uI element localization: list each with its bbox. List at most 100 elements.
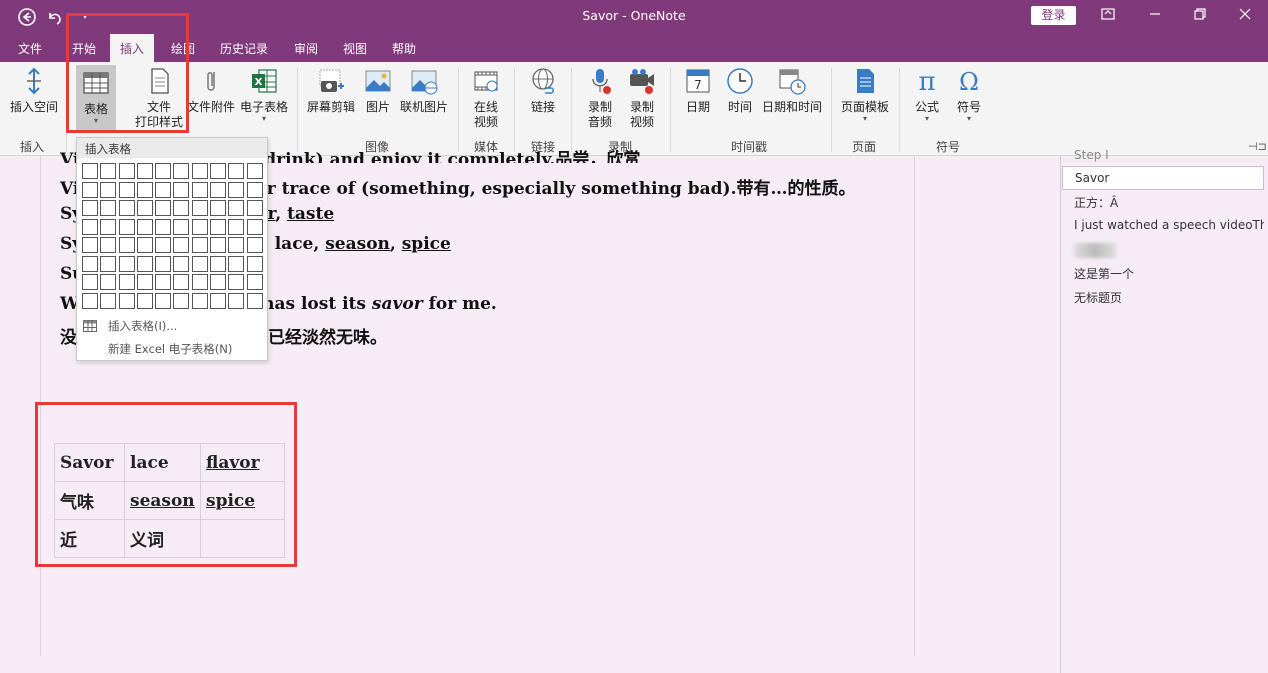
table-grid-cell[interactable] [100, 274, 117, 290]
table-grid-cell[interactable] [136, 237, 153, 253]
table-grid-cell[interactable] [246, 200, 263, 216]
insert-table-menu-item[interactable]: 插入表格(I)... [77, 316, 267, 336]
table-grid-cell[interactable] [246, 181, 263, 198]
table-grid-cell[interactable] [82, 218, 98, 235]
table-grid-cell[interactable] [210, 237, 227, 253]
table-grid-cell[interactable] [118, 255, 135, 272]
blurred-subpage-item[interactable] [1074, 243, 1116, 258]
tab-history[interactable]: 历史记录 [220, 40, 268, 57]
table-grid-cell[interactable] [155, 255, 172, 272]
restore-icon[interactable] [1185, 4, 1215, 28]
table-grid-cell[interactable] [155, 274, 172, 290]
table-grid-cell[interactable] [82, 255, 98, 272]
table-grid-cell[interactable] [173, 255, 190, 272]
table-grid-cell[interactable] [210, 181, 227, 198]
table-grid-cell[interactable] [155, 200, 172, 216]
table-grid-cell[interactable] [82, 163, 98, 179]
close-icon[interactable] [1230, 4, 1260, 28]
table-grid-cell[interactable] [228, 218, 245, 235]
table-grid-cell[interactable] [118, 200, 135, 216]
table-grid-cell[interactable] [191, 237, 208, 253]
table-grid-cell[interactable] [191, 274, 208, 290]
record-video-button[interactable]: 录制 视频 [622, 66, 662, 130]
table-grid-cell[interactable] [228, 200, 245, 216]
page-list-item[interactable]: 无标题页 [1074, 289, 1122, 306]
insert-space-button[interactable]: 插入空间 [8, 66, 60, 115]
table-grid-cell[interactable] [155, 292, 172, 309]
equation-button[interactable]: π 公式 ▾ [908, 66, 946, 123]
ribbon-display-options-icon[interactable] [1093, 4, 1123, 28]
table-grid-cell[interactable] [173, 181, 190, 198]
table-grid-cell[interactable] [82, 200, 98, 216]
table-grid-cell[interactable] [191, 181, 208, 198]
table-grid-cell[interactable] [210, 255, 227, 272]
table-grid-cell[interactable] [100, 163, 117, 179]
table-grid-cell[interactable] [173, 237, 190, 253]
pin-ribbon-icon[interactable]: ⊣⊐ [1248, 140, 1267, 153]
table-grid-cell[interactable] [246, 237, 263, 253]
table-grid-cell[interactable] [100, 181, 117, 198]
table-grid-cell[interactable] [246, 292, 263, 309]
table-grid-cell[interactable] [100, 255, 117, 272]
table-grid-cell[interactable] [228, 237, 245, 253]
table-grid-cell[interactable] [82, 292, 98, 309]
table-grid-cell[interactable] [118, 237, 135, 253]
online-picture-button[interactable]: 联机图片 [398, 66, 450, 115]
date-button[interactable]: 7 日期 [680, 66, 716, 115]
table-grid-cell[interactable] [173, 218, 190, 235]
table-grid-cell[interactable] [118, 292, 135, 309]
table-grid-cell[interactable] [191, 292, 208, 309]
tab-view[interactable]: 视图 [343, 40, 367, 57]
page-list-item[interactable]: 这是第一个 [1074, 265, 1134, 282]
table-grid-cell[interactable] [210, 274, 227, 290]
spreadsheet-button[interactable]: X 电子表格 ▾ [238, 66, 290, 123]
table-grid-cell[interactable] [136, 163, 153, 179]
table-grid-cell[interactable] [173, 274, 190, 290]
table-grid-cell[interactable] [136, 274, 153, 290]
table-grid-cell[interactable] [228, 163, 245, 179]
table-grid-cell[interactable] [82, 181, 98, 198]
table-grid-cell[interactable] [246, 218, 263, 235]
table-grid-cell[interactable] [246, 255, 263, 272]
symbol-button[interactable]: Ω 符号 ▾ [950, 66, 988, 123]
page-list-item-selected[interactable]: Savor [1062, 166, 1264, 190]
table-grid-cell[interactable] [136, 181, 153, 198]
tab-help[interactable]: 帮助 [392, 40, 416, 57]
table-grid-cell[interactable] [155, 181, 172, 198]
table-grid-cell[interactable] [210, 163, 227, 179]
login-button[interactable]: 登录 [1031, 6, 1076, 25]
table-grid-cell[interactable] [228, 255, 245, 272]
table-grid-cell[interactable] [136, 218, 153, 235]
table-grid-cell[interactable] [100, 200, 117, 216]
table-grid-cell[interactable] [82, 237, 98, 253]
table-grid-cell[interactable] [155, 163, 172, 179]
table-grid-cell[interactable] [118, 274, 135, 290]
page-templates-button[interactable]: 页面模板 ▾ [838, 66, 892, 123]
record-audio-button[interactable]: 录制 音频 [580, 66, 620, 130]
page-list-item[interactable]: 正方：Â [1074, 194, 1118, 211]
page-list-item[interactable]: I just watched a speech videoTh [1074, 218, 1264, 232]
table-grid-cell[interactable] [173, 200, 190, 216]
time-button[interactable]: 时间 [722, 66, 758, 115]
table-grid-cell[interactable] [100, 292, 117, 309]
tab-review[interactable]: 审阅 [294, 40, 318, 57]
date-time-button[interactable]: 日期和时间 [760, 66, 824, 115]
table-grid-cell[interactable] [191, 163, 208, 179]
table-grid-cell[interactable] [118, 163, 135, 179]
table-grid-cell[interactable] [100, 218, 117, 235]
table-grid-cell[interactable] [210, 292, 227, 309]
table-grid-cell[interactable] [118, 181, 135, 198]
table-grid-cell[interactable] [155, 237, 172, 253]
table-grid-cell[interactable] [136, 200, 153, 216]
table-grid-cell[interactable] [210, 218, 227, 235]
table-grid-cell[interactable] [173, 163, 190, 179]
table-grid-cell[interactable] [191, 255, 208, 272]
table-grid-cell[interactable] [228, 181, 245, 198]
table-grid-cell[interactable] [118, 218, 135, 235]
table-grid-cell[interactable] [136, 255, 153, 272]
new-excel-menu-item[interactable]: 新建 Excel 电子表格(N) [77, 339, 267, 359]
table-grid-cell[interactable] [228, 292, 245, 309]
table-size-grid[interactable] [82, 163, 263, 309]
page-list-item[interactable]: Step I [1074, 148, 1109, 162]
screen-clip-button[interactable]: 屏幕剪辑 [305, 66, 357, 115]
